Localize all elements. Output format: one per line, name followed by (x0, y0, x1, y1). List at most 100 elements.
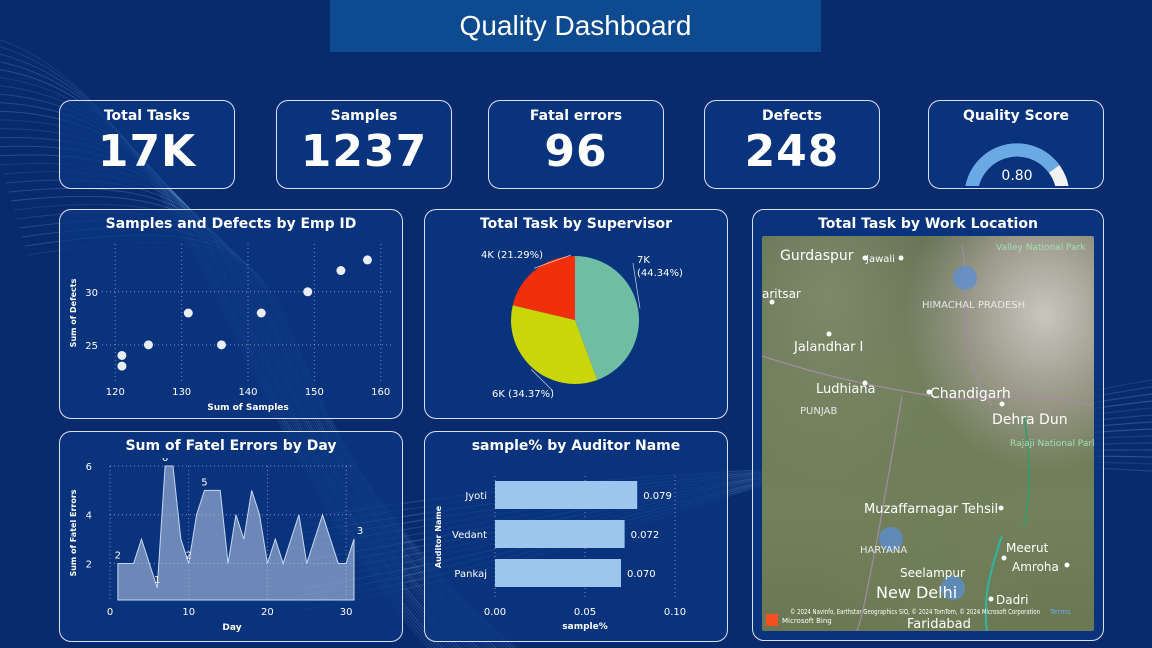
map-border (762, 355, 1094, 407)
map-label: Meerut (1006, 541, 1049, 555)
x-tick-label: 130 (172, 387, 191, 398)
data-label: 3 (357, 526, 363, 537)
y-axis-label: Auditor Name (434, 505, 443, 568)
data-label: 1 (154, 575, 160, 586)
x-tick-label: 150 (305, 387, 324, 398)
y-tick-label: 6 (86, 462, 92, 473)
scatter-point (256, 308, 266, 318)
location-map[interactable]: Gurdaspur Jawali Valley National Park HI… (762, 236, 1094, 631)
pie-label: (44.34%) (637, 268, 683, 279)
panel-sample-by-auditor[interactable]: sample% by Auditor Name 0.00 0.05 0.10 Jyot… (424, 431, 728, 642)
panel-samples-defects[interactable]: Samples and Defects by Emp ID 120 130 140 1… (59, 209, 403, 419)
panel-title: Total Task by Work Location (818, 216, 1038, 232)
pie-chart: 7K (44.34%) 6K (34.37%) 4K (21.29%) (481, 250, 683, 400)
x-axis-label: Day (222, 623, 241, 633)
kpi-total-tasks[interactable]: Total Tasks 17K (59, 100, 235, 189)
bing-logo (766, 614, 778, 626)
map-overlay: Gurdaspur Jawali Valley National Park HI… (762, 243, 1094, 631)
kpi-label: Samples (330, 108, 398, 124)
kpi-value: 248 (744, 126, 840, 177)
map-label: Dehra Dun (992, 412, 1068, 428)
map-river (984, 535, 1003, 631)
dashboard-title: Quality Dashboard (459, 10, 692, 41)
map-label: New Delhi (876, 583, 957, 602)
category-label: Vedant (452, 530, 487, 541)
data-label: 0.072 (631, 530, 660, 541)
panel-title: Samples and Defects by Emp ID (105, 216, 357, 232)
map-label: Chandigarh (930, 386, 1011, 402)
x-tick-label: 30 (340, 607, 353, 618)
map-bubble[interactable] (953, 266, 977, 290)
gauge-value: 0.80 (1001, 168, 1032, 184)
kpi-defects[interactable]: Defects 248 (704, 100, 880, 189)
map-label: Faridabad (907, 617, 971, 631)
map-label: aritsar (762, 287, 801, 301)
x-axis-label: sample% (562, 622, 607, 632)
map-label: Valley National Park (996, 243, 1086, 253)
kpi-value: 1237 (300, 126, 428, 177)
data-label: 2 (186, 550, 192, 561)
kpi-label: Fatal errors (529, 108, 623, 124)
scatter-chart: 120 130 140 150 160 25 30 Sum of Samples Sum of … (69, 244, 394, 413)
data-label: 5 (201, 477, 207, 488)
map-label: Amroha (1012, 560, 1059, 574)
panel-fatal-errors-by-day[interactable]: Sum of Fatel Errors by Day 0 10 20 30 2 4 6 2 1 6… (59, 431, 403, 642)
x-tick-label: 20 (261, 607, 274, 618)
x-tick-label: 0 (107, 607, 113, 618)
data-label: 0.079 (643, 491, 672, 502)
data-label: 0.070 (627, 569, 656, 580)
x-tick-label: 160 (371, 387, 390, 398)
y-tick-label: 4 (86, 511, 92, 522)
data-label: 6 (162, 458, 168, 464)
pie-label: 4K (21.29%) (481, 250, 543, 261)
map-label: Jalandhar I (793, 340, 863, 355)
scatter-point (117, 361, 127, 371)
kpi-label: Total Tasks (103, 108, 191, 124)
map-attribution: © 2024 NavInfo, Earthstar Geographics SI… (790, 608, 1040, 616)
bar (495, 559, 621, 587)
x-tick-label: 10 (182, 607, 195, 618)
y-axis-label: Sum of Fatel Errors (69, 489, 78, 576)
map-label: HARYANA (860, 545, 907, 556)
map-label: Rajaji National Park (1010, 439, 1094, 449)
x-tick-label: 0.10 (664, 607, 686, 618)
map-label: Seelampur (900, 566, 965, 580)
scatter-point (216, 340, 226, 350)
category-label: Jyoti (464, 491, 487, 502)
panel-title: Total Task by Supervisor (479, 216, 673, 232)
map-label: Muzaffarnagar Tehsil (864, 502, 998, 517)
pie-label: 6K (34.37%) (492, 389, 554, 400)
kpi-label: Defects (761, 108, 823, 124)
panel-task-by-supervisor[interactable]: Total Task by Supervisor 7K (44.34%) 6K (3… (424, 209, 728, 419)
map-label: PUNJAB (800, 406, 837, 417)
kpi-fatal-errors[interactable]: Fatal errors 96 (488, 100, 664, 189)
kpi-samples[interactable]: Samples 1237 (276, 100, 452, 189)
terms-link[interactable]: Terms (1049, 608, 1071, 616)
kpi-label: Quality Score (962, 108, 1069, 124)
x-axis-label: Sum of Samples (207, 403, 289, 413)
map-label: Dadri (996, 593, 1028, 607)
bar-chart: 0.00 0.05 0.10 Jyoti 0.079 Vedant 0.072 Pankaj 0… (434, 476, 686, 632)
area-chart: 0 10 20 30 2 4 6 2 1 6 2 5 3 Day Sum of Fatel Errors (69, 458, 363, 633)
scatter-point (143, 340, 153, 350)
scatter-point (183, 308, 193, 318)
bar (495, 481, 638, 509)
map-road (1023, 415, 1031, 527)
scatter-point (362, 255, 372, 265)
bing-label: Microsoft Bing (782, 617, 832, 625)
x-tick-label: 0.05 (574, 607, 596, 618)
x-tick-label: 120 (106, 387, 125, 398)
map-label: Gurdaspur (780, 248, 854, 264)
page-title: Quality Dashboard (330, 0, 821, 52)
y-tick-label: 30 (85, 288, 98, 299)
y-tick-label: 2 (86, 559, 92, 570)
x-tick-label: 140 (238, 387, 257, 398)
panel-title: Sum of Fatel Errors by Day (125, 438, 337, 454)
panel-title: sample% by Auditor Name (471, 438, 681, 454)
kpi-quality-score[interactable]: Quality Score 0.80 (928, 100, 1104, 197)
bar (495, 520, 625, 548)
kpi-value: 96 (544, 126, 608, 177)
y-axis-label: Sum of Defects (69, 278, 78, 347)
quality-score-gauge: 0.80 (964, 143, 1070, 197)
map-label: HIMACHAL PRADESH (922, 300, 1025, 311)
